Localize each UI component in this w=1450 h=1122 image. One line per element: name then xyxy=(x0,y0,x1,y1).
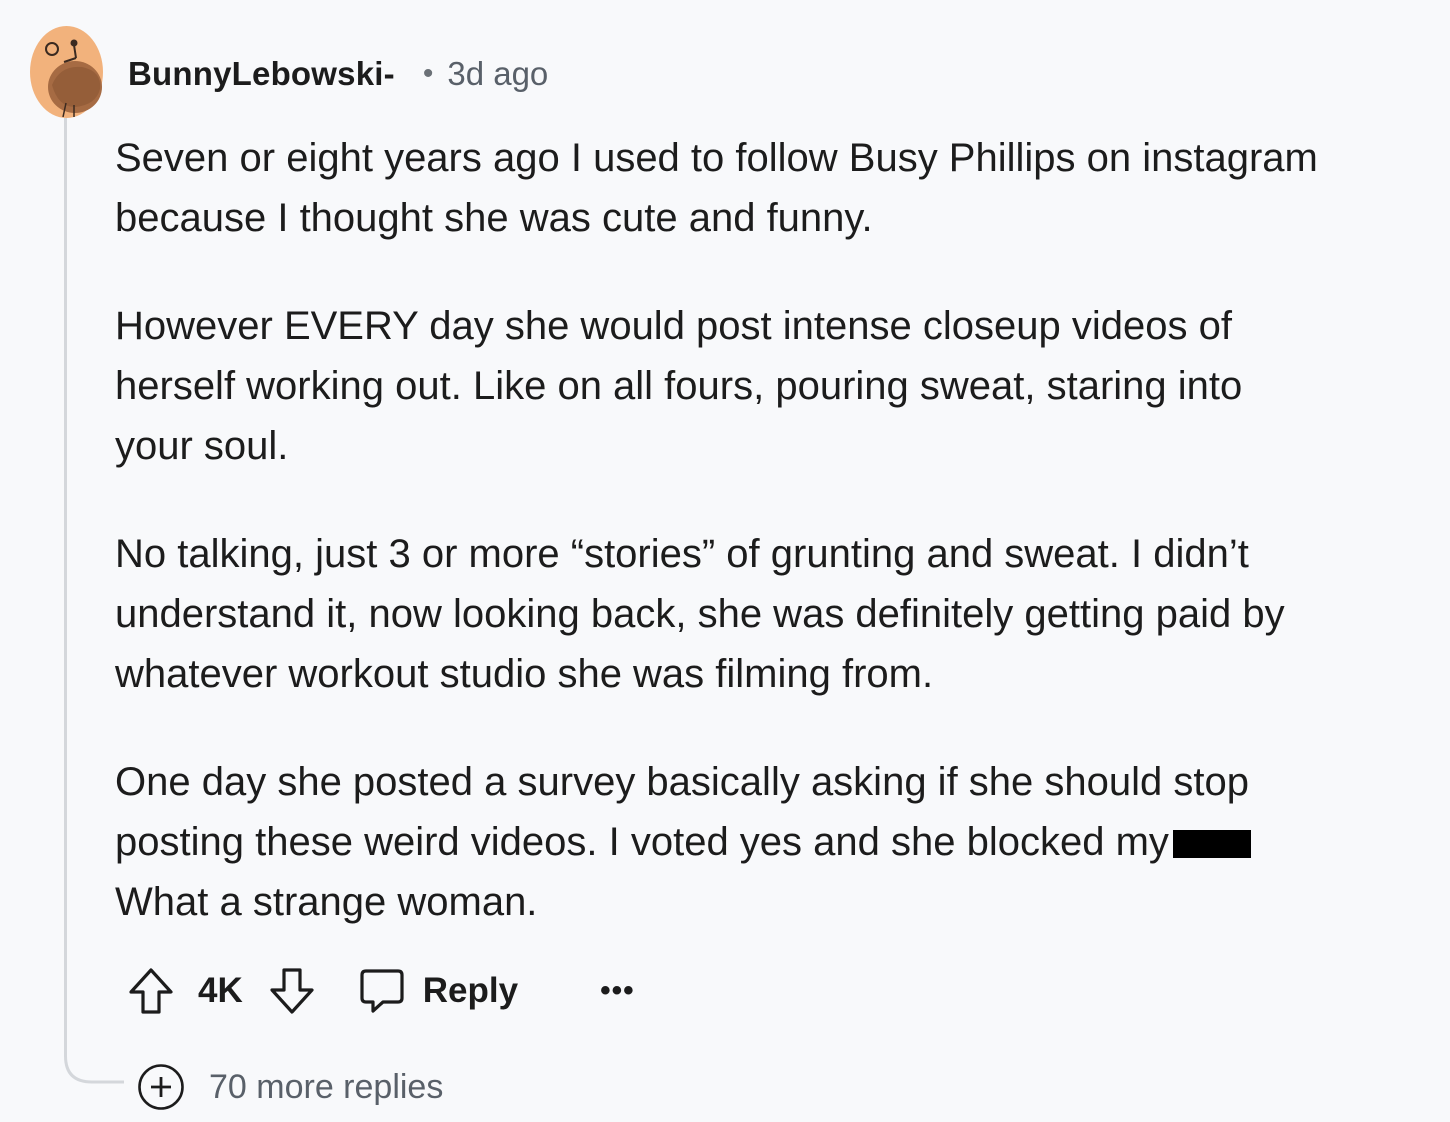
redaction-bar xyxy=(1172,830,1251,858)
comment: BunnyLebowski- • 3d ago Seven or eight y… xyxy=(0,0,1450,1122)
reply-button[interactable]: Reply xyxy=(359,961,518,1021)
timestamp[interactable]: 3d ago xyxy=(447,55,548,93)
comment-actions: 4K Reply ••• xyxy=(124,960,635,1022)
paragraph-1: Seven or eight years ago I used to follo… xyxy=(115,128,1435,248)
paragraph-2: However EVERY day she would post intense… xyxy=(115,296,1435,476)
avatar[interactable] xyxy=(30,25,103,118)
paragraph-3: No talking, just 3 or more “stories” of … xyxy=(115,524,1435,704)
text-line: One day she posted a survey basically as… xyxy=(115,760,1249,804)
upvote-arrow-icon xyxy=(129,968,173,1014)
text-line: whatever workout studio she was filming … xyxy=(115,652,934,696)
comment-body: Seven or eight years ago I used to follo… xyxy=(115,128,1435,980)
username-link[interactable]: BunnyLebowski- xyxy=(128,55,395,93)
comment-header: BunnyLebowski- • 3d ago xyxy=(128,52,548,96)
more-replies-label: 70 more replies xyxy=(209,1067,444,1106)
text-line: posting these weird videos. I voted yes … xyxy=(115,820,1169,864)
more-options-button[interactable]: ••• xyxy=(600,974,635,1008)
text-line: because I thought she was cute and funny… xyxy=(115,196,873,240)
speech-bubble-icon xyxy=(360,969,404,1013)
vote-score: 4K xyxy=(198,971,243,1010)
text-line: Seven or eight years ago I used to follo… xyxy=(115,136,1318,180)
text-line: herself working out. Like on all fours, … xyxy=(115,364,1243,408)
text-line: No talking, just 3 or more “stories” of … xyxy=(115,532,1249,576)
downvote-button[interactable] xyxy=(265,964,319,1018)
more-replies-link[interactable]: 70 more replies xyxy=(137,1062,443,1112)
snoo-avatar-icon xyxy=(30,26,103,118)
plus-circle-icon xyxy=(138,1064,184,1110)
text-line: your soul. xyxy=(115,424,289,468)
text-line: understand it, now looking back, she was… xyxy=(115,592,1285,636)
downvote-arrow-icon xyxy=(270,968,314,1014)
reply-label: Reply xyxy=(422,971,519,1010)
text-line: What a strange woman. xyxy=(115,880,538,924)
paragraph-4: One day she posted a survey basically as… xyxy=(115,752,1435,932)
upvote-button[interactable] xyxy=(124,964,178,1018)
text-line: However EVERY day she would post intense… xyxy=(115,304,1232,348)
meta-separator: • xyxy=(422,57,434,90)
